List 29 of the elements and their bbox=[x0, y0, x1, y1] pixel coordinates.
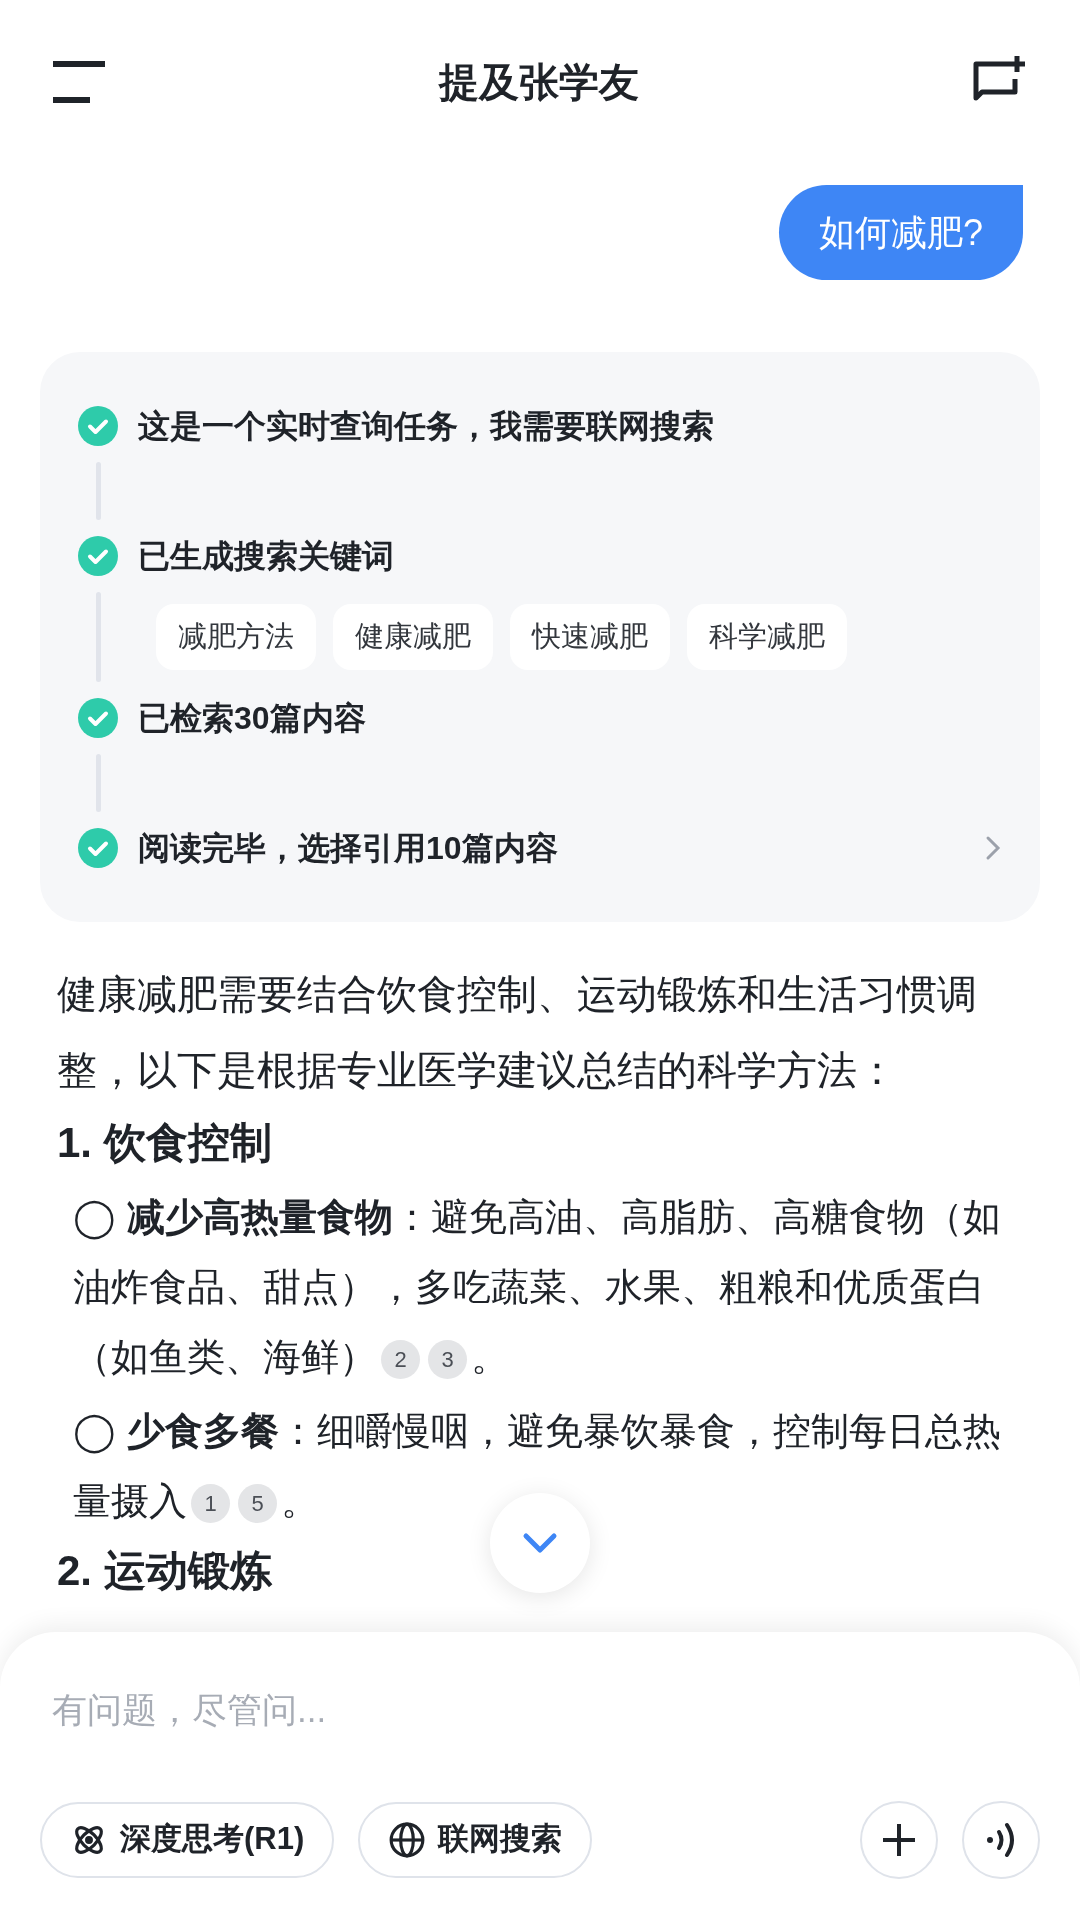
answer-paragraph: 健康减肥需要结合饮食控制、运动锻炼和生活习惯调整，以下是根据专业医学建议总结的科学方法： bbox=[56, 971, 978, 1094]
keyword-chip: 科学减肥 bbox=[687, 604, 847, 670]
mode-toggle-button[interactable]: 深度思考(R1) bbox=[40, 1801, 335, 1878]
bullet-item: ◯ 少食多餐：细嚼慢咽，避免暴饮暴食，控制每日总热量摄入 1 5 。 bbox=[72, 1409, 1002, 1526]
message-input[interactable]: 有问题，尽管问... bbox=[40, 1684, 1040, 1737]
step-label: 这是一个实时查询任务，我需要联网搜索 bbox=[138, 407, 715, 446]
bullet-item: ◯ 减少高热量食物：避免高油、高脂肪、高糖食物（如油炸食品、甜点），多吃蔬菜、水果、粗粮和优质蛋白（如鱼类、海鲜） 2 3 。 bbox=[72, 1195, 1002, 1382]
chevron-down-icon bbox=[522, 1532, 558, 1554]
citation-badge[interactable]: 3 bbox=[428, 1340, 467, 1380]
globe-icon bbox=[388, 1820, 427, 1859]
step-label: 已检索30篇内容 bbox=[138, 699, 367, 738]
citation-badge[interactable]: 2 bbox=[381, 1340, 420, 1380]
add-button[interactable] bbox=[860, 1800, 938, 1879]
mode-toggle-button[interactable]: 联网搜索 bbox=[358, 1801, 593, 1878]
plus-icon bbox=[881, 1821, 917, 1858]
keyword-chip: 健康减肥 bbox=[333, 604, 493, 670]
section-heading: 1. 饮食控制 bbox=[57, 1118, 272, 1168]
step-label: 阅读完毕，选择引用10篇内容 bbox=[138, 829, 559, 868]
sound-wave-icon bbox=[985, 1821, 1017, 1858]
citation-badge[interactable]: 1 bbox=[191, 1484, 230, 1524]
section-heading: 2. 运动锻炼 bbox=[57, 1546, 272, 1596]
citation-badge[interactable]: 5 bbox=[238, 1484, 277, 1524]
keyword-chip: 快速减肥 bbox=[510, 604, 670, 670]
menu-icon[interactable] bbox=[53, 61, 105, 103]
step-label: 已生成搜索关键词 bbox=[138, 537, 395, 576]
voice-button[interactable] bbox=[962, 1800, 1040, 1879]
keyword-chip: 减肥方法 bbox=[156, 604, 316, 670]
window-title: 提及张学友 bbox=[439, 59, 639, 106]
user-message-bubble: 如何减肥? bbox=[778, 185, 1023, 280]
